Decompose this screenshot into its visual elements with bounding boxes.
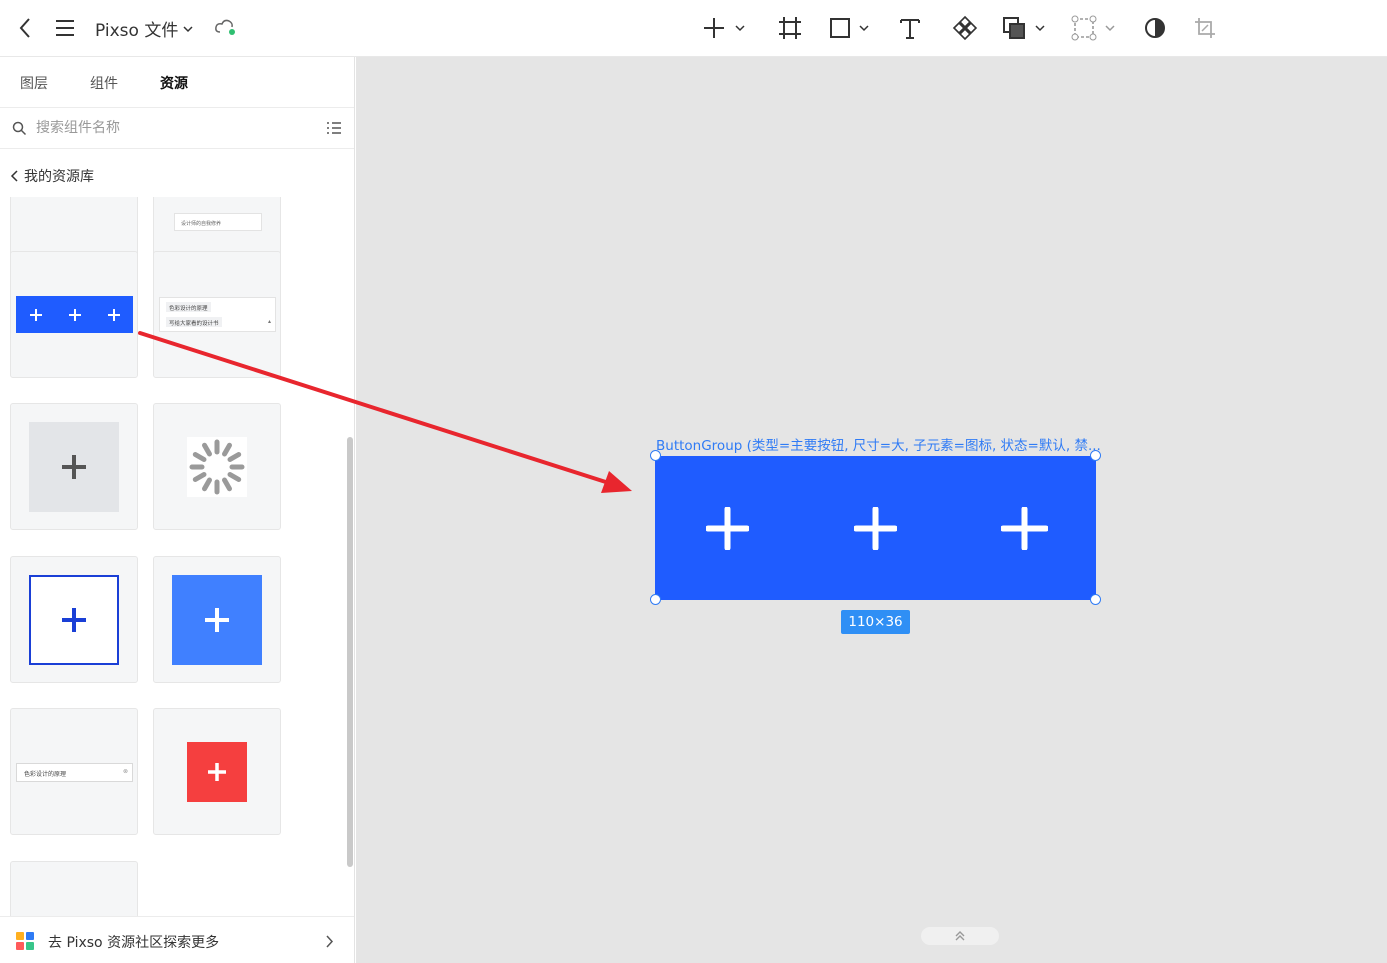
search-icon [12,121,27,136]
plus-icon [68,308,81,321]
back-icon[interactable] [14,14,36,42]
top-toolbar: Pixso 文件 [0,0,1387,57]
resize-handle-top-right[interactable] [1090,450,1101,461]
file-title[interactable]: Pixso 文件 [95,16,194,41]
frame-icon[interactable] [776,14,804,42]
select-thumb: 色彩设计的原理 ⊗ [16,763,133,782]
crop-icon[interactable] [1191,14,1219,42]
asset-card-button-group[interactable] [10,251,138,378]
mask-icon[interactable] [1141,14,1169,42]
cloud-icon[interactable] [213,16,239,38]
search-input[interactable] [36,118,306,138]
thumb-text: 设计师的自我修养 [174,213,262,231]
plus-icon [29,308,42,321]
tab-assets[interactable]: 资源 [160,73,188,93]
plus-icon [205,608,229,632]
outline-button-thumb [29,575,119,665]
library-back-link[interactable]: 我的资源库 [10,166,94,186]
instance-icon[interactable] [1070,14,1120,42]
text-icon[interactable] [896,14,924,42]
asset-card-select[interactable]: 色彩设计的原理 ⊗ [10,708,138,835]
asset-card-tag-select[interactable]: 色彩设计的原理 写给大家看的设计书 ▴ [153,251,281,378]
button-group-thumb [16,296,133,333]
collapse-toggle[interactable] [921,927,999,945]
chevron-down-icon [183,25,193,32]
plus-icon [854,507,897,550]
select-thumb-text: 色彩设计的原理 [24,771,67,778]
search-bar [0,108,354,149]
asset-card-light-blue-button[interactable] [153,556,281,683]
tag-select-thumb: 色彩设计的原理 写给大家看的设计书 ▴ [159,297,276,332]
resize-handle-top-left[interactable] [650,450,661,461]
component-icon[interactable] [951,14,979,42]
asset-card-outline-button[interactable] [10,556,138,683]
clear-icon: ⊗ [122,768,128,775]
plus-icon [62,455,86,479]
asset-card[interactable] [10,861,138,917]
selection-name-label: ButtonGroup (类型=主要按钮, 尺寸=大, 子元素=图标, 状态=默… [656,438,1101,454]
plus-icon [62,608,86,632]
add-icon[interactable] [700,14,748,42]
panel-tabs: 图层 组件 资源 [0,57,354,108]
left-panel: 图层 组件 资源 我的资源库 设计师的自我修养 色彩设计的原理 写给大家 [0,57,355,963]
asset-grid: 设计师的自我修养 色彩设计的原理 写给大家看的设计书 ▴ 色彩设计的原理 ⊗ [0,197,346,917]
loading-thumb [187,437,247,497]
community-footer[interactable]: 去 Pixso 资源社区探索更多 [0,916,354,963]
selected-button-group[interactable] [655,456,1096,600]
rectangle-icon[interactable] [826,14,874,42]
list-view-icon[interactable] [326,121,342,136]
asset-card-gray-button[interactable] [10,403,138,530]
light-blue-button-thumb [172,575,262,665]
caret-icon: ▴ [267,318,271,325]
asset-card-danger-button[interactable] [153,708,281,835]
plus-icon [1001,507,1048,550]
menu-icon[interactable] [53,14,77,42]
spinner-icon [189,439,245,495]
plus-icon [208,763,226,781]
danger-button-thumb [187,742,247,802]
resize-handle-bottom-right[interactable] [1090,594,1101,605]
library-back-label: 我的资源库 [24,169,94,185]
file-title-text: Pixso 文件 [95,21,179,41]
gray-button-thumb [29,422,119,512]
chevron-left-icon [10,170,18,182]
tab-components[interactable]: 组件 [90,73,118,93]
community-footer-label: 去 Pixso 资源社区探索更多 [48,935,220,951]
resize-handle-bottom-left[interactable] [650,594,661,605]
tab-layers[interactable]: 图层 [20,73,48,93]
boolean-icon[interactable] [1000,14,1050,42]
tag-chip: 色彩设计的原理 [166,302,211,312]
panel-scrollbar[interactable] [347,437,353,867]
chevron-right-icon [326,935,334,948]
dimensions-badge: 110×36 [841,610,910,634]
tag-chip: 写给大家看的设计书 [166,317,222,327]
plus-icon [107,308,120,321]
asset-card-loading[interactable] [153,403,281,530]
pixso-community-icon [16,932,34,950]
plus-icon [706,507,749,550]
double-chevron-up-icon [955,931,965,941]
